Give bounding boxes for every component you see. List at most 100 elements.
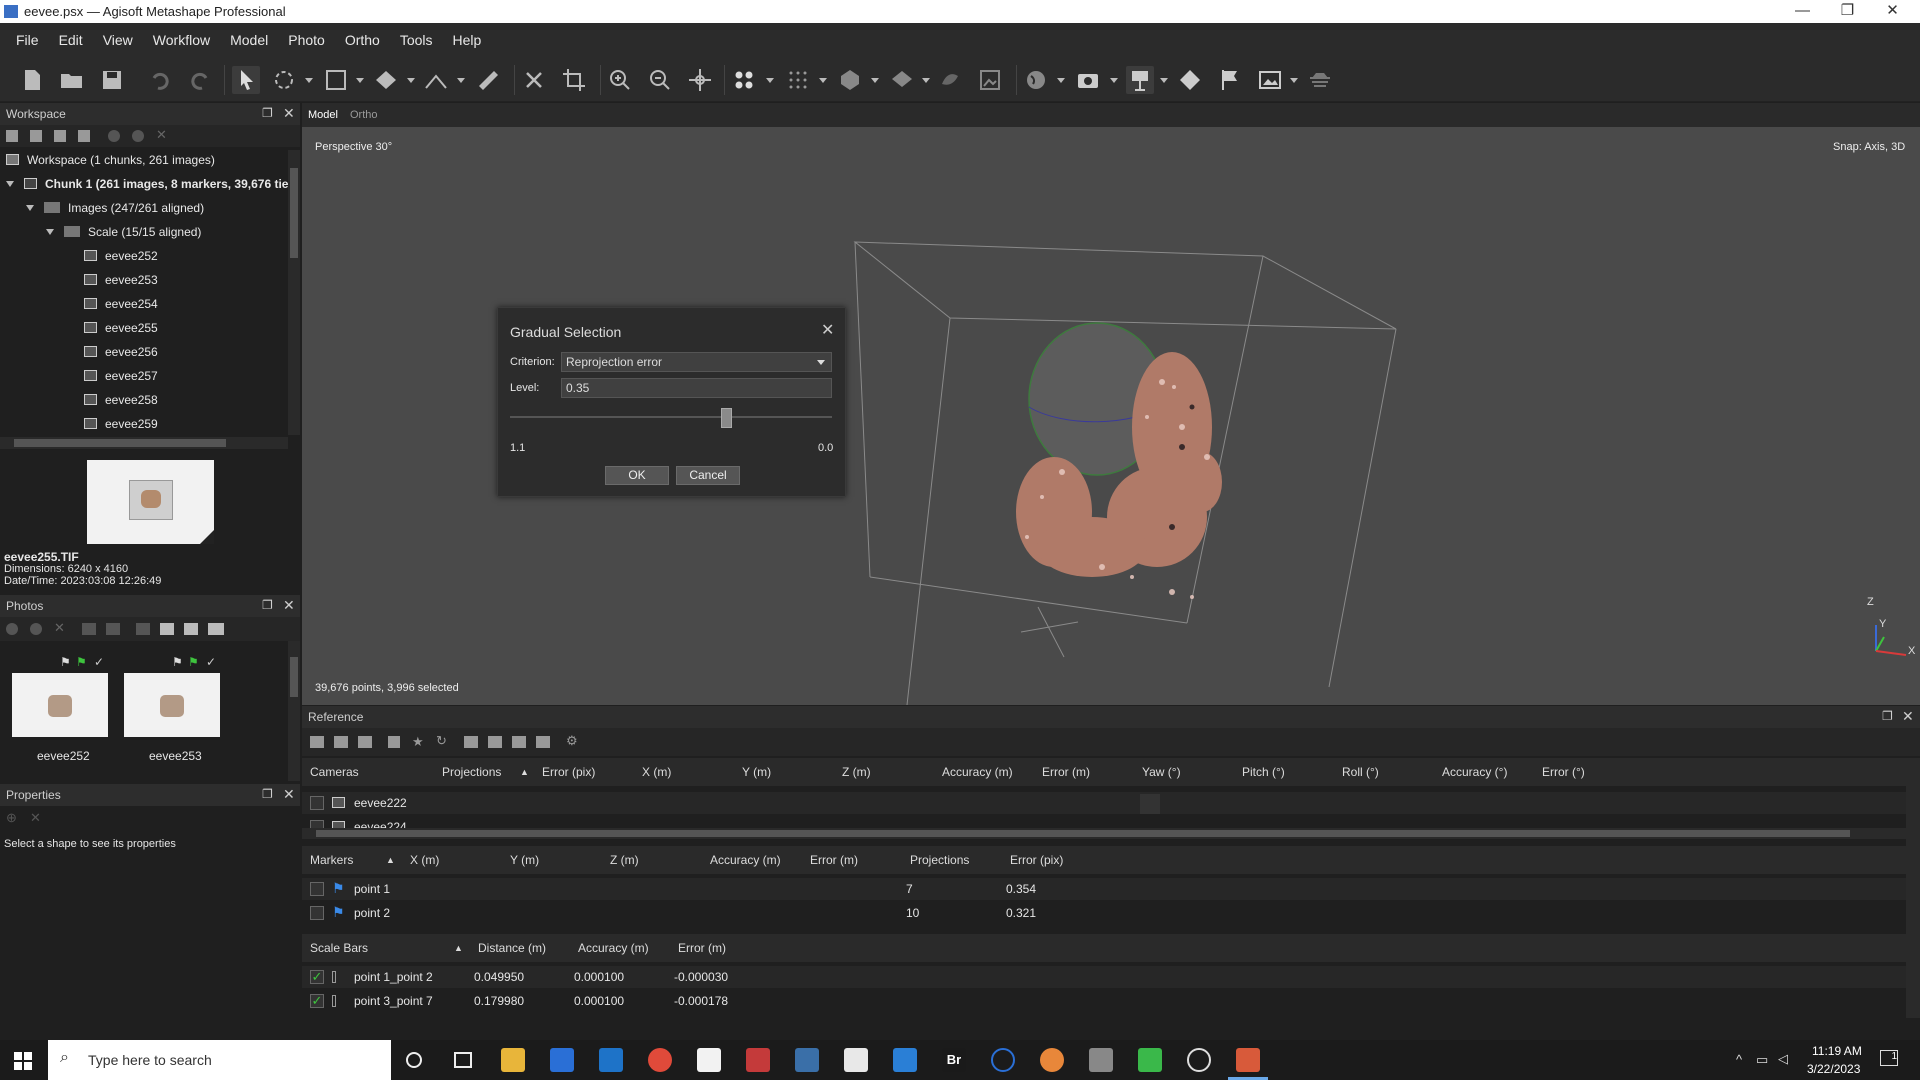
rotate-right-icon[interactable] <box>106 623 120 635</box>
chevron-up-icon[interactable]: ^ <box>1736 1052 1742 1067</box>
cortana-icon[interactable] <box>406 1052 422 1068</box>
save-icon[interactable] <box>98 66 126 94</box>
col-distance[interactable]: Distance (m) <box>478 934 546 962</box>
convert-icon[interactable] <box>358 736 372 748</box>
remove-icon[interactable]: ✕ <box>156 127 167 143</box>
level-input[interactable]: 0.35 <box>561 378 832 398</box>
col-projections[interactable]: Projections <box>442 758 501 786</box>
menu-help[interactable]: Help <box>443 23 492 57</box>
float-icon[interactable]: ❐ <box>262 598 273 612</box>
restore-button[interactable]: ❐ <box>1825 0 1870 23</box>
camera-icon[interactable] <box>1074 66 1102 94</box>
app-printer-icon[interactable] <box>1089 1048 1113 1072</box>
add-photos-icon[interactable] <box>30 130 42 142</box>
chunk-item[interactable]: Chunk 1 (261 images, 8 markers, 39,676 t… <box>6 177 288 201</box>
close-icon[interactable]: ✕ <box>283 786 295 803</box>
app-c-icon[interactable] <box>795 1048 819 1072</box>
undo-icon[interactable] <box>146 66 174 94</box>
row-checkbox-checked[interactable]: ✓ <box>310 970 324 984</box>
col-error-m[interactable]: Error (m) <box>1042 758 1090 786</box>
cameras-hscroll[interactable] <box>302 828 1906 839</box>
dialog-close-icon[interactable]: ✕ <box>821 320 834 340</box>
list-view-icon[interactable] <box>184 623 198 635</box>
row-checkbox[interactable] <box>310 796 324 810</box>
workspace-vscroll[interactable] <box>288 150 300 435</box>
textured-icon[interactable] <box>936 66 964 94</box>
add-folder-icon[interactable] <box>54 130 66 142</box>
menu-model[interactable]: Model <box>220 23 278 57</box>
draw-polyline-icon[interactable] <box>422 66 450 94</box>
slack-icon[interactable] <box>844 1048 868 1072</box>
delete-icon[interactable] <box>388 736 400 748</box>
table-row[interactable]: eevee224 <box>302 816 1906 828</box>
row-checkbox[interactable] <box>310 906 324 920</box>
col-pitch[interactable]: Pitch (°) <box>1242 758 1285 786</box>
tree-image-item[interactable]: eevee259 <box>84 417 158 435</box>
minimize-button[interactable]: — <box>1780 0 1825 23</box>
clock-date[interactable]: 3/22/2023 <box>1807 1062 1860 1076</box>
col-markers[interactable]: Markers <box>310 846 353 874</box>
chrome-icon[interactable] <box>648 1048 672 1072</box>
bridge-icon[interactable]: Br <box>942 1048 966 1072</box>
menu-edit[interactable]: Edit <box>49 23 93 57</box>
select-icon[interactable] <box>232 66 260 94</box>
crop-icon[interactable] <box>560 66 588 94</box>
tree-image-item[interactable]: eevee253 <box>84 273 158 297</box>
new-icon[interactable] <box>18 66 46 94</box>
menu-tools[interactable]: Tools <box>390 23 443 57</box>
app-red-icon[interactable] <box>746 1048 770 1072</box>
search-box[interactable]: ⌕ Type here to search <box>48 1040 391 1080</box>
photos-vscroll[interactable] <box>288 641 300 781</box>
tree-image-item[interactable]: eevee257 <box>84 369 158 393</box>
refresh-icon[interactable]: ↻ <box>436 733 447 749</box>
view-errors-icon[interactable] <box>512 736 526 748</box>
menu-photo[interactable]: Photo <box>278 23 335 57</box>
menu-view[interactable]: View <box>93 23 143 57</box>
menu-ortho[interactable]: Ortho <box>335 23 390 57</box>
scale-folder[interactable]: Scale (15/15 aligned) <box>46 225 201 249</box>
close-icon[interactable]: ✕ <box>283 597 295 614</box>
menu-file[interactable]: File <box>6 23 49 57</box>
file-explorer-icon[interactable] <box>501 1048 525 1072</box>
col-accuracy[interactable]: Accuracy (m) <box>578 934 649 962</box>
filter-icon[interactable] <box>78 130 90 142</box>
level-slider-track[interactable] <box>510 416 832 418</box>
delete-icon[interactable] <box>520 66 548 94</box>
add-chunk-icon[interactable] <box>6 130 18 142</box>
col-x[interactable]: X (m) <box>642 758 671 786</box>
star-icon[interactable]: ★ <box>412 734 424 750</box>
row-checkbox[interactable] <box>310 882 324 896</box>
tiled-icon[interactable] <box>976 66 1004 94</box>
app-aperture-icon[interactable] <box>1187 1048 1211 1072</box>
table-icon[interactable] <box>536 736 550 748</box>
remove-icon[interactable]: ✕ <box>30 810 41 826</box>
image-icon[interactable] <box>1256 66 1284 94</box>
app-cube-icon[interactable] <box>893 1048 917 1072</box>
image-view-icon[interactable] <box>160 623 174 635</box>
cancel-button[interactable]: Cancel <box>676 466 740 485</box>
tab-model[interactable]: Model <box>308 109 338 121</box>
zoom-in-icon[interactable] <box>606 66 634 94</box>
markers-icon[interactable] <box>1176 66 1204 94</box>
metashape-icon[interactable] <box>1236 1048 1260 1072</box>
disable-icon[interactable] <box>132 130 144 142</box>
add-icon[interactable]: ⊕ <box>6 810 17 826</box>
col-error-pix[interactable]: Error (pix) <box>1010 846 1063 874</box>
row-checkbox-checked[interactable]: ✓ <box>310 994 324 1008</box>
view-source-icon[interactable] <box>464 736 478 748</box>
col-accuracy[interactable]: Accuracy (m) <box>942 758 1013 786</box>
criterion-select[interactable]: Reprojection error <box>561 352 832 372</box>
grid-view-icon[interactable] <box>208 623 224 635</box>
rotate-icon[interactable] <box>270 66 298 94</box>
workspace-root[interactable]: Workspace (1 chunks, 261 images) <box>6 153 215 177</box>
col-yaw[interactable]: Yaw (°) <box>1142 758 1181 786</box>
table-row[interactable]: eevee222 <box>302 792 1906 814</box>
view-estimated-icon[interactable] <box>488 736 502 748</box>
shape-icon[interactable] <box>372 66 400 94</box>
col-z[interactable]: Z (m) <box>842 758 871 786</box>
redo-icon[interactable] <box>186 66 214 94</box>
move-icon[interactable] <box>686 66 714 94</box>
volume-icon[interactable]: ◁ <box>1778 1051 1788 1067</box>
export-icon[interactable] <box>334 736 348 748</box>
disable-icon[interactable] <box>30 623 42 635</box>
